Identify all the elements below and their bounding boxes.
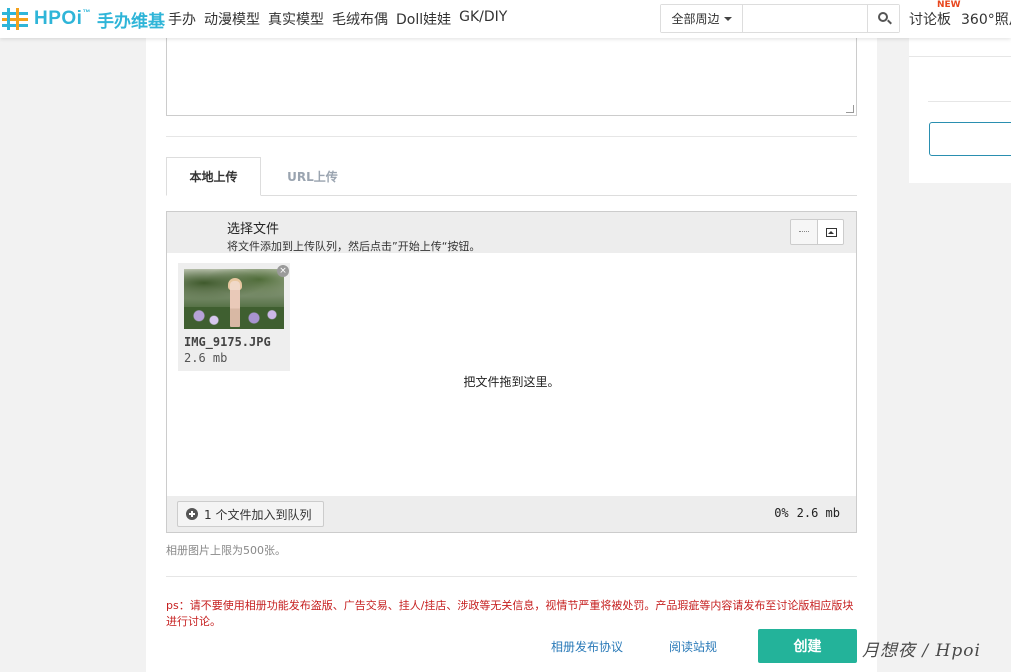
- nav-item-plush[interactable]: 毛绒布偶: [332, 9, 388, 29]
- album-form-card: 本地上传 URL上传 选择文件 将文件添加到上传队列，然后点击”开始上传“按钮。…: [146, 38, 877, 672]
- divider: [166, 136, 857, 137]
- tab-local-upload[interactable]: 本地上传: [166, 157, 261, 196]
- upload-total-size: 2.6 mb: [796, 506, 840, 520]
- policy-warning: ps：请不要使用相册功能发布盗版、广告交易、挂人/挂店、涉政等无关信息，视情节严…: [166, 599, 854, 628]
- upload-status: 0% 2.6 mb: [774, 506, 840, 520]
- create-button[interactable]: 创建: [758, 629, 857, 663]
- nav-item-forum[interactable]: 讨论板 NEW: [909, 0, 961, 29]
- side-panel: [909, 38, 1011, 183]
- nav-item-360-photos[interactable]: 360°照片: [961, 9, 1011, 29]
- forum-label: 讨论板: [909, 12, 951, 28]
- divider: [909, 56, 1011, 57]
- file-size: 2.6 mb: [184, 351, 228, 365]
- nav-item-gk-diy[interactable]: GK/DIY: [459, 9, 507, 29]
- file-uploader: 选择文件 将文件添加到上传队列，然后点击”开始上传“按钮。 × IMG_9175…: [166, 211, 857, 533]
- search-input[interactable]: [743, 5, 867, 32]
- nav-right: 讨论板 NEW 360°照片: [909, 0, 1011, 29]
- search-scope-label: 全部周边: [671, 12, 720, 26]
- description-textarea[interactable]: [166, 38, 857, 116]
- uploader-title: 选择文件: [227, 222, 280, 237]
- main-nav: 手办 动漫模型 真实模型 毛绒布偶 Doll娃娃 GK/DIY: [168, 9, 507, 29]
- watermark: 月想夜 / Hpoi: [862, 641, 981, 661]
- uploader-header: 选择文件 将文件添加到上传队列，然后点击”开始上传“按钮。: [167, 212, 856, 253]
- uploader-instruction: 将文件添加到上传队列，然后点击”开始上传“按钮。: [227, 240, 481, 253]
- nav-item-figures[interactable]: 手办: [168, 9, 196, 29]
- file-name: IMG_9175.JPG: [184, 335, 271, 349]
- album-agreement-link[interactable]: 相册发布协议: [551, 638, 623, 655]
- add-files-button[interactable]: 1 个文件加入到队列: [177, 501, 325, 527]
- divider: [928, 101, 1011, 102]
- search-button[interactable]: [867, 5, 899, 32]
- remove-file-icon[interactable]: ×: [277, 265, 289, 277]
- album-limit-note: 相册图片上限为500张。: [166, 544, 286, 557]
- nav-item-real-models[interactable]: 真实模型: [268, 9, 324, 29]
- file-thumbnail: [184, 269, 284, 329]
- logo-text: HPOi™: [34, 8, 91, 29]
- uploader-footer: 1 个文件加入到队列 0% 2.6 mb: [167, 496, 856, 532]
- plus-circle-icon: [186, 508, 198, 520]
- queue-label: 1 个文件加入到队列: [204, 507, 312, 522]
- logo-icon: [2, 6, 28, 32]
- new-badge: NEW: [937, 0, 961, 10]
- site-rules-link[interactable]: 阅读站规: [669, 638, 717, 655]
- resize-handle-icon[interactable]: [846, 105, 854, 113]
- list-view-icon[interactable]: [791, 220, 817, 244]
- site-logo[interactable]: HPOi™ 手办维基: [2, 6, 165, 32]
- upload-progress: 0%: [774, 506, 789, 520]
- drop-zone-hint: 把文件拖到这里。: [463, 375, 560, 389]
- view-mode-toggle: [790, 219, 844, 245]
- chevron-down-icon: [723, 16, 732, 21]
- logo-subtitle: 手办维基: [96, 11, 165, 32]
- file-item[interactable]: × IMG_9175.JPG 2.6 mb: [178, 263, 290, 371]
- divider: [166, 576, 857, 577]
- top-navbar: HPOi™ 手办维基 手办 动漫模型 真实模型 毛绒布偶 Doll娃娃 GK/D…: [0, 0, 1011, 38]
- search-bar: 全部周边: [660, 4, 900, 33]
- side-panel-input[interactable]: [929, 122, 1011, 156]
- thumbnail-view-icon[interactable]: [817, 220, 843, 244]
- nav-item-anime-models[interactable]: 动漫模型: [204, 9, 260, 29]
- tab-url-upload[interactable]: URL上传: [261, 157, 364, 196]
- nav-item-dolls[interactable]: Doll娃娃: [396, 9, 451, 29]
- search-scope-dropdown[interactable]: 全部周边: [661, 5, 743, 32]
- upload-tabs: 本地上传 URL上传: [166, 157, 857, 196]
